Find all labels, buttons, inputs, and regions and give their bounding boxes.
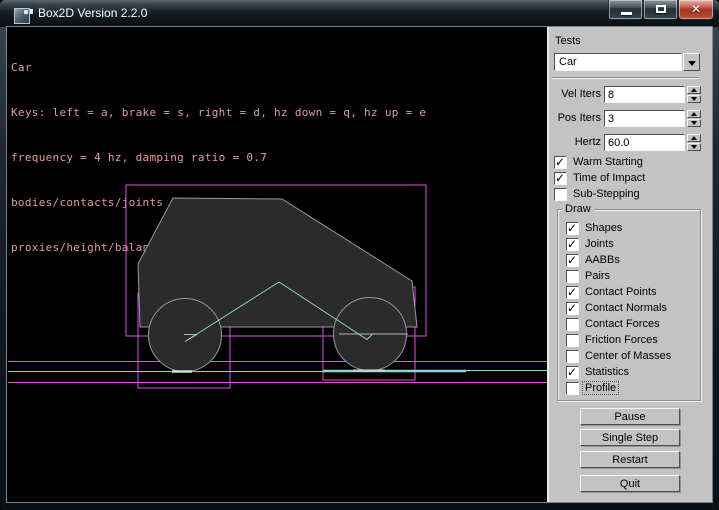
caption-buttons: ✕ bbox=[608, 0, 714, 20]
client-area: Car Keys: left = a, brake = s, right = d… bbox=[7, 27, 712, 502]
vel-iters-spinner bbox=[687, 86, 701, 103]
vel-iters-up-button[interactable] bbox=[687, 86, 701, 94]
joints-checkbox[interactable] bbox=[566, 238, 579, 251]
hertz-label: Hertz bbox=[547, 136, 601, 148]
pos-iters-label: Pos Iters bbox=[547, 112, 601, 124]
pos-iters-up-button[interactable] bbox=[687, 110, 701, 118]
vel-iters-down-button[interactable] bbox=[687, 95, 701, 103]
sub-stepping-checkbox[interactable] bbox=[554, 188, 567, 201]
contact-forces-checkbox[interactable] bbox=[566, 318, 579, 331]
vel-iters-input[interactable] bbox=[604, 86, 685, 103]
hertz-down-button[interactable] bbox=[687, 143, 701, 151]
app-window: Box2D Version 2.2.0 ✕ Car Keys: left = a… bbox=[0, 0, 719, 510]
tests-label: Tests bbox=[555, 35, 581, 47]
hertz-spinner bbox=[687, 134, 701, 151]
hertz-row: Hertz bbox=[547, 134, 712, 151]
hertz-input[interactable] bbox=[604, 134, 685, 151]
arrow-up-icon bbox=[691, 112, 697, 116]
quit-button[interactable]: Quit bbox=[580, 475, 680, 492]
close-icon: ✕ bbox=[679, 2, 713, 16]
tests-dropdown[interactable]: Car bbox=[554, 53, 700, 71]
arrow-down-icon bbox=[691, 97, 697, 101]
contact-normals-label: Contact Normals bbox=[585, 302, 667, 314]
arrow-down-icon bbox=[691, 121, 697, 125]
simulation-canvas[interactable]: Car Keys: left = a, brake = s, right = d… bbox=[7, 27, 547, 502]
minimize-button[interactable] bbox=[608, 0, 643, 20]
pos-iters-input[interactable] bbox=[604, 110, 685, 127]
contact-normals-checkbox[interactable] bbox=[566, 302, 579, 315]
profile-label: Profile bbox=[583, 382, 618, 394]
profile-checkbox[interactable] bbox=[566, 382, 579, 395]
statistics-checkbox[interactable] bbox=[566, 366, 579, 379]
time-of-impact-label: Time of Impact bbox=[573, 172, 645, 184]
vel-iters-row: Vel Iters bbox=[547, 86, 712, 103]
tests-dropdown-value[interactable]: Car bbox=[554, 53, 682, 71]
statistics-label: Statistics bbox=[585, 366, 629, 378]
title-bar[interactable]: Box2D Version 2.2.0 ✕ bbox=[0, 0, 719, 27]
tests-dropdown-arrow-button[interactable] bbox=[683, 53, 700, 71]
pos-iters-down-button[interactable] bbox=[687, 119, 701, 127]
pause-button[interactable]: Pause bbox=[580, 408, 680, 425]
contact-points-checkbox[interactable] bbox=[566, 286, 579, 299]
pos-iters-spinner bbox=[687, 110, 701, 127]
arrow-up-icon bbox=[691, 136, 697, 140]
chevron-down-icon bbox=[688, 61, 696, 66]
window-title: Box2D Version 2.2.0 bbox=[38, 6, 147, 20]
shapes-checkbox[interactable] bbox=[566, 222, 579, 235]
pairs-checkbox[interactable] bbox=[566, 270, 579, 283]
aabbs-label: AABBs bbox=[585, 254, 620, 266]
center-of-masses-label: Center of Masses bbox=[585, 350, 671, 362]
maximize-button[interactable] bbox=[643, 0, 678, 20]
center-of-masses-checkbox[interactable] bbox=[566, 350, 579, 363]
draw-group-title: Draw bbox=[562, 203, 594, 215]
single-step-button[interactable]: Single Step bbox=[580, 429, 680, 446]
contact-forces-label: Contact Forces bbox=[585, 318, 660, 330]
hertz-up-button[interactable] bbox=[687, 134, 701, 142]
separator bbox=[552, 77, 699, 79]
minimize-icon bbox=[621, 12, 632, 15]
friction-forces-label: Friction Forces bbox=[585, 334, 658, 346]
time-of-impact-checkbox[interactable] bbox=[554, 172, 567, 185]
contact-points-label: Contact Points bbox=[585, 286, 657, 298]
maximize-icon bbox=[656, 5, 666, 13]
shapes-label: Shapes bbox=[585, 222, 622, 234]
pos-iters-row: Pos Iters bbox=[547, 110, 712, 127]
arrow-down-icon bbox=[691, 145, 697, 149]
joints-label: Joints bbox=[585, 238, 614, 250]
close-button[interactable]: ✕ bbox=[678, 0, 714, 20]
controls-panel: Tests Car Vel Iters Pos Iters bbox=[547, 27, 712, 502]
friction-forces-checkbox[interactable] bbox=[566, 334, 579, 347]
scene-svg bbox=[7, 27, 547, 502]
pairs-label: Pairs bbox=[585, 270, 610, 282]
warm-starting-label: Warm Starting bbox=[573, 156, 643, 168]
restart-button[interactable]: Restart bbox=[580, 451, 680, 468]
draw-group: Draw Shapes Joints AABBs Pairs bbox=[557, 209, 701, 401]
arrow-up-icon bbox=[691, 88, 697, 92]
warm-starting-checkbox[interactable] bbox=[554, 156, 567, 169]
app-icon bbox=[14, 8, 30, 24]
vel-iters-label: Vel Iters bbox=[547, 88, 601, 100]
aabbs-checkbox[interactable] bbox=[566, 254, 579, 267]
sub-stepping-label: Sub-Stepping bbox=[573, 188, 640, 200]
